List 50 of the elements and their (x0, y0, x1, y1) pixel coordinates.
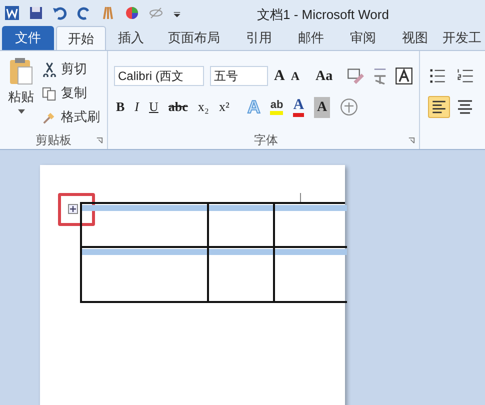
grow-font-button[interactable]: A (274, 64, 285, 88)
word-logo-icon[interactable] (4, 5, 20, 21)
ribbon-tab[interactable]: 视图 (390, 26, 440, 50)
table-cell (209, 248, 275, 303)
format-button[interactable]: x₂ (198, 97, 209, 117)
ribbon-tab[interactable]: 插入 (108, 26, 154, 50)
highlight-button[interactable]: ab (270, 99, 284, 115)
clear-format-icon[interactable] (346, 67, 365, 85)
caret-icon (18, 108, 24, 114)
font-size-field[interactable]: 五号 (210, 66, 268, 86)
paste-button[interactable]: 粘贴 (0, 57, 42, 131)
window-title: 文档1 - Microsoft Word (257, 6, 389, 24)
numbering-icon[interactable] (456, 67, 474, 85)
redo-icon[interactable] (76, 5, 92, 21)
format-button[interactable]: U (149, 97, 158, 117)
change-case-button[interactable]: Aa (316, 66, 333, 86)
font-name-field[interactable]: Calibri (西文 (114, 66, 204, 86)
save-icon[interactable] (28, 5, 44, 21)
font-color-button[interactable]: A (293, 98, 304, 116)
bullets-icon[interactable] (428, 67, 446, 85)
clipboard-action[interactable]: 格式刷 (42, 107, 100, 127)
shrink-font-button[interactable]: A (290, 67, 300, 85)
scissors-icon (42, 62, 57, 76)
ribbon-tab[interactable]: 开发工 (442, 26, 482, 50)
align-left-button[interactable] (428, 96, 450, 118)
undo-icon[interactable] (52, 5, 68, 21)
format-button[interactable]: I (134, 97, 140, 117)
group-label: 字体 (254, 132, 278, 149)
ribbon-tab[interactable]: 审阅 (338, 26, 388, 50)
file-tab[interactable]: 文件 (2, 26, 54, 50)
clipboard-action[interactable]: 复制 (42, 83, 100, 103)
enclosed-character-icon[interactable] (340, 98, 358, 116)
ribbon-tab[interactable]: 页面布局 (156, 26, 232, 50)
format-button[interactable]: x² (218, 97, 230, 117)
format-button[interactable]: B (116, 97, 125, 117)
table-move-handle-icon[interactable] (68, 204, 78, 214)
character-border-icon[interactable] (394, 67, 413, 85)
clipboard-icon (9, 57, 33, 85)
format-button[interactable]: abc (168, 97, 188, 117)
dialog-launcher-icon[interactable] (408, 136, 415, 144)
ribbon-tab[interactable]: 邮件 (286, 26, 336, 50)
ribbon-tab[interactable]: 开始 (56, 26, 106, 50)
ribbon-tab[interactable]: 引用 (234, 26, 284, 50)
color-wheel-icon[interactable] (124, 5, 140, 21)
copy-icon (42, 86, 57, 100)
clipboard-action[interactable]: 剪切 (42, 59, 100, 79)
group-label: 剪贴板 (36, 132, 72, 149)
table-cell (275, 248, 347, 303)
dialog-launcher-icon[interactable] (96, 136, 103, 144)
character-shading-button[interactable]: A (314, 96, 330, 118)
